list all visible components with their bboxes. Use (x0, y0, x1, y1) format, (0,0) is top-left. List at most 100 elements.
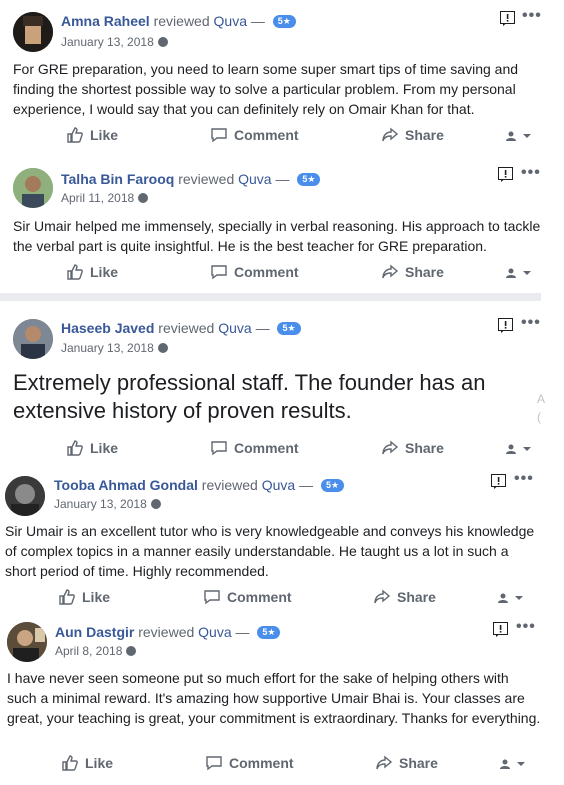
report-icon[interactable] (500, 11, 515, 26)
reviewer-header: Amna Raheel reviewed Quva — 5★ (61, 13, 296, 29)
avatar-image (5, 476, 45, 516)
review-text: Sir Umair is an excellent tutor who is v… (5, 523, 535, 579)
share-label: Share (405, 127, 444, 143)
person-icon (506, 444, 516, 454)
reviewer-name[interactable]: Aun Dastgir (55, 624, 134, 640)
audience-selector[interactable] (497, 592, 524, 604)
globe-icon (126, 646, 137, 656)
dash-separator: — (255, 320, 270, 336)
post-date-row: January 13, 2018 (54, 497, 161, 511)
reviewer-header: Talha Bin Farooq reviewed Quva — 5★ (61, 171, 321, 187)
comment-button[interactable]: Comment (205, 754, 294, 772)
review-card: Amna Raheel reviewed Quva — 5★ January 1… (0, 0, 564, 150)
like-button[interactable]: Like (61, 754, 113, 772)
reviewed-label: reviewed (201, 477, 258, 493)
comment-button[interactable]: Comment (203, 588, 292, 606)
avatar-image (13, 319, 53, 359)
like-label: Like (82, 589, 111, 605)
dash-separator: — (250, 13, 265, 29)
reviewed-label: reviewed (153, 13, 210, 29)
post-date[interactable]: January 13, 2018 (61, 341, 154, 355)
post-date[interactable]: April 8, 2018 (55, 644, 122, 658)
page-link[interactable]: Quva (198, 624, 231, 640)
share-button[interactable]: Share (381, 126, 444, 144)
more-options-icon[interactable]: ••• (522, 7, 542, 25)
caret-down-icon (523, 447, 531, 451)
comment-label: Comment (234, 127, 299, 143)
share-icon (376, 755, 393, 770)
edge-fragment: ( (537, 410, 541, 424)
like-label: Like (90, 440, 119, 456)
reviewer-name[interactable]: Talha Bin Farooq (61, 171, 174, 187)
thumbs-up-icon (62, 755, 78, 771)
avatar[interactable] (13, 319, 53, 359)
person-icon (498, 593, 508, 603)
post-date-row: January 13, 2018 (61, 341, 168, 355)
like-label: Like (85, 755, 114, 771)
share-button[interactable]: Share (373, 588, 436, 606)
reviewer-name[interactable]: Amna Raheel (61, 13, 150, 29)
avatar-image (13, 168, 53, 208)
page-link[interactable]: Quva (262, 477, 295, 493)
thumbs-up-icon (67, 127, 83, 143)
caret-down-icon (517, 762, 525, 766)
comment-button[interactable]: Comment (210, 439, 299, 457)
more-options-icon[interactable]: ••• (514, 470, 534, 488)
like-label: Like (90, 127, 119, 143)
audience-selector[interactable] (505, 267, 532, 279)
avatar[interactable] (5, 476, 45, 516)
review-text: I have never seen someone put so much ef… (7, 670, 541, 726)
review-card: Aun Dastgir reviewed Quva — 5★ April 8, … (0, 615, 564, 785)
globe-icon (157, 37, 168, 47)
caret-down-icon (523, 271, 531, 275)
globe-icon (157, 343, 168, 353)
reviewed-label: reviewed (178, 171, 235, 187)
dash-separator: — (299, 477, 314, 493)
more-options-icon[interactable]: ••• (521, 314, 541, 332)
action-bar: Like Comment Share (0, 439, 564, 463)
thumbs-up-icon (59, 589, 75, 605)
comment-button[interactable]: Comment (210, 126, 299, 144)
comment-label: Comment (227, 589, 292, 605)
review-text: For GRE preparation, you need to learn s… (13, 61, 519, 117)
reviewed-label: reviewed (158, 320, 215, 336)
rating-badge: 5★ (272, 15, 296, 28)
like-button[interactable]: Like (66, 126, 118, 144)
more-options-icon[interactable]: ••• (521, 164, 541, 182)
post-date[interactable]: January 13, 2018 (54, 497, 147, 511)
report-icon[interactable] (498, 167, 513, 182)
reviewed-label: reviewed (138, 624, 195, 640)
comment-button[interactable]: Comment (210, 263, 299, 281)
rating-badge: 5★ (297, 173, 321, 186)
share-button[interactable]: Share (381, 263, 444, 281)
reviewer-name[interactable]: Tooba Ahmad Gondal (54, 477, 198, 493)
comment-icon (204, 590, 220, 605)
like-button[interactable]: Like (66, 263, 118, 281)
post-date[interactable]: April 11, 2018 (61, 191, 134, 205)
page-link[interactable]: Quva (214, 13, 247, 29)
share-button[interactable]: Share (375, 754, 438, 772)
report-icon[interactable] (491, 474, 506, 489)
avatar[interactable] (7, 622, 47, 662)
rating-badge: 5★ (277, 322, 301, 335)
report-icon[interactable] (498, 318, 513, 333)
like-button[interactable]: Like (58, 588, 110, 606)
audience-selector[interactable] (499, 758, 526, 770)
dash-separator: — (235, 624, 250, 640)
more-options-icon[interactable]: ••• (516, 618, 536, 636)
share-button[interactable]: Share (381, 439, 444, 457)
audience-selector[interactable] (505, 443, 532, 455)
report-icon[interactable] (493, 622, 508, 637)
avatar[interactable] (13, 12, 53, 52)
avatar[interactable] (13, 168, 53, 208)
page-link[interactable]: Quva (218, 320, 251, 336)
share-label: Share (399, 755, 438, 771)
like-button[interactable]: Like (66, 439, 118, 457)
post-date[interactable]: January 13, 2018 (61, 35, 154, 49)
person-icon (506, 131, 516, 141)
thumbs-up-icon (67, 440, 83, 456)
audience-selector[interactable] (505, 130, 532, 142)
post-date-row: April 8, 2018 (55, 644, 137, 658)
page-link[interactable]: Quva (238, 171, 271, 187)
reviewer-name[interactable]: Haseeb Javed (61, 320, 154, 336)
